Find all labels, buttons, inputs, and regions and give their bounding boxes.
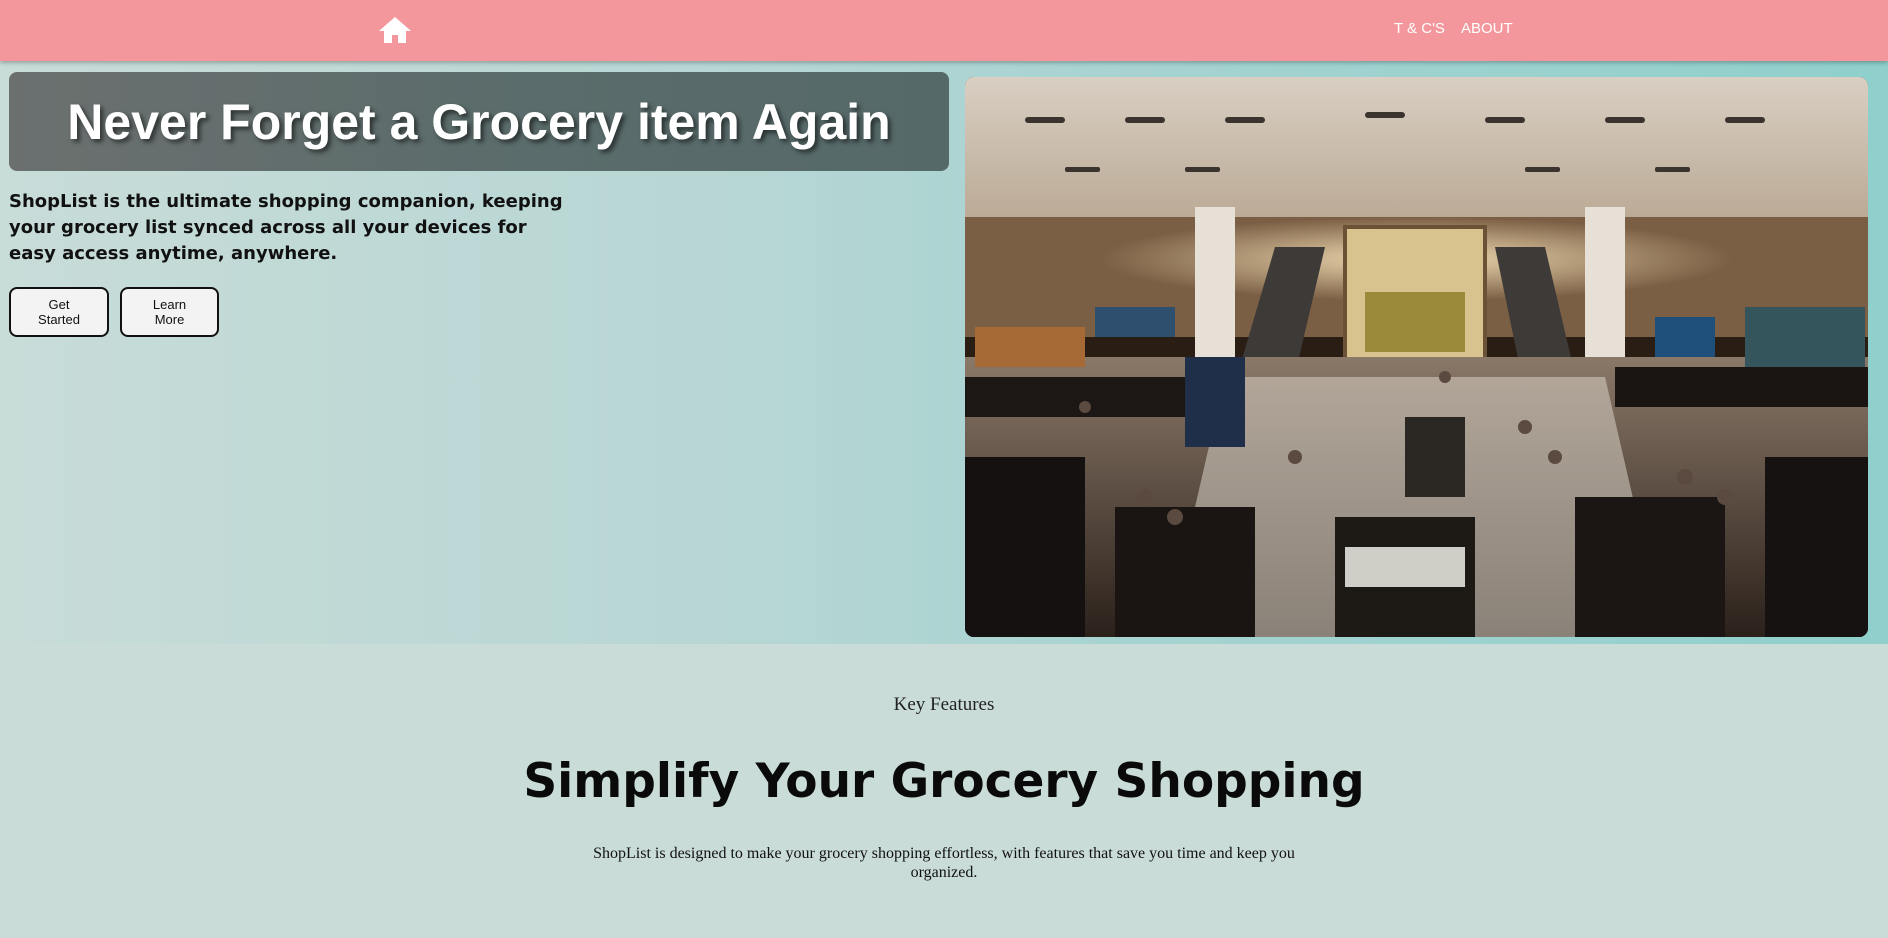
features-section: Key Features Simplify Your Grocery Shopp… [0,644,1888,938]
hero-image [965,77,1868,637]
get-started-button[interactable]: Get Started [9,287,109,337]
features-description: ShopList is designed to make your grocer… [593,845,1295,881]
features-eyebrow: Key Features [893,694,995,715]
home-link[interactable] [378,16,412,44]
hero-title-banner: Never Forget a Grocery item Again [9,72,949,171]
hero-section: Never Forget a Grocery item Again ShopLi… [0,61,1888,644]
hero-buttons: Get Started Learn More [9,287,219,337]
nav-links: T & C'S ABOUT [1394,20,1513,38]
home-icon [379,17,411,43]
hero-description: ShopList is the ultimate shopping compan… [9,191,563,264]
features-heading: Simplify Your Grocery Shopping [523,754,1365,809]
hero-title: Never Forget a Grocery item Again [67,93,891,150]
learn-more-button[interactable]: Learn More [120,287,219,337]
nav-link-about[interactable]: ABOUT [1461,20,1513,38]
department-store-illustration [965,77,1868,637]
nav-link-terms[interactable]: T & C'S [1394,20,1445,38]
top-navbar: T & C'S ABOUT [0,0,1888,61]
